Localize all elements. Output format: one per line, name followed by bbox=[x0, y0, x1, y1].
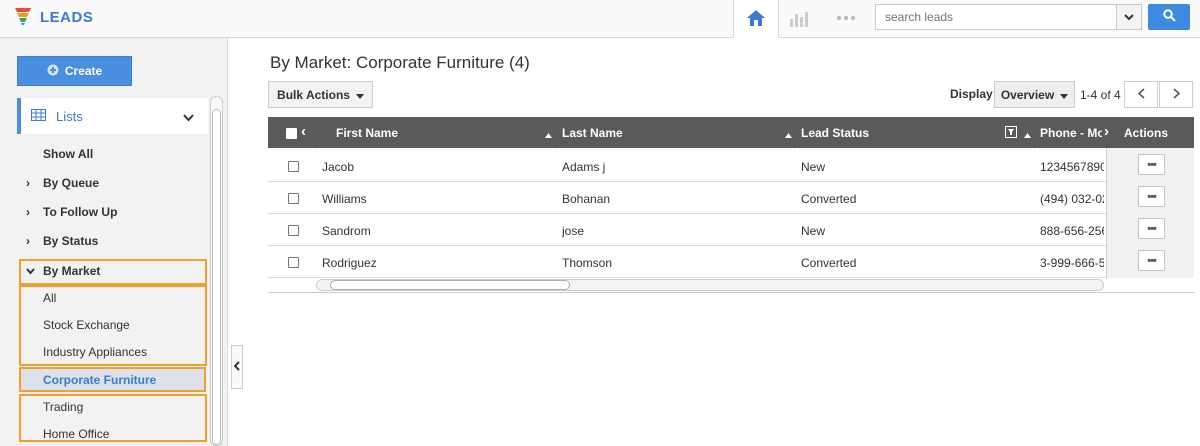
sidebar-scrollbar[interactable] bbox=[210, 96, 223, 446]
column-header-actions: Actions bbox=[1124, 126, 1169, 140]
cell-first-name[interactable]: Williams bbox=[322, 192, 367, 206]
table-row[interactable]: Rodriguez Thomson Converted 3-999-666-5 bbox=[268, 246, 1106, 278]
chevron-right-icon: › bbox=[26, 205, 30, 219]
market-item-corporate-furniture[interactable]: Corporate Furniture bbox=[19, 367, 206, 392]
caret-down-icon bbox=[1060, 88, 1069, 102]
sort-asc-icon bbox=[545, 127, 552, 141]
top-bar: LEADS bbox=[0, 0, 1200, 38]
caret-down-icon bbox=[355, 88, 364, 102]
market-item-home-office[interactable]: Home Office bbox=[43, 427, 109, 441]
row-actions-button[interactable]: ••• bbox=[1138, 250, 1165, 271]
cell-first-name[interactable]: Rodriguez bbox=[322, 256, 377, 270]
market-item-industry-appliances[interactable]: Industry Appliances bbox=[43, 345, 147, 359]
chevron-left-icon bbox=[233, 360, 240, 374]
sort-asc-icon bbox=[1024, 127, 1031, 141]
sidebar-item-by-status[interactable]: › By Status bbox=[26, 234, 98, 248]
sidebar-item-by-queue[interactable]: › By Queue bbox=[26, 176, 99, 190]
lists-label: Lists bbox=[56, 108, 83, 124]
next-page-button[interactable] bbox=[1159, 81, 1193, 108]
filter-icon[interactable] bbox=[1005, 126, 1017, 141]
table-bottom-border bbox=[268, 292, 1194, 293]
view-mode-select[interactable]: Overview bbox=[994, 81, 1075, 108]
table-row[interactable]: Jacob Adams j New 1234567890 bbox=[268, 150, 1106, 182]
market-item-stock-exchange[interactable]: Stock Exchange bbox=[43, 318, 130, 332]
plus-circle-icon bbox=[47, 64, 59, 79]
chevron-right-icon: › bbox=[26, 176, 30, 190]
cell-last-name: Thomson bbox=[562, 256, 613, 270]
cell-lead-status: New bbox=[801, 224, 826, 238]
sidebar-item-show-all[interactable]: Show All bbox=[43, 147, 93, 161]
search-dropdown[interactable] bbox=[1117, 4, 1142, 30]
chevron-down-icon bbox=[183, 110, 194, 125]
cell-lead-status: New bbox=[801, 160, 826, 174]
table-row[interactable]: Williams Bohanan Converted (494) 032-02 bbox=[268, 182, 1106, 214]
cell-last-name: Adams j bbox=[562, 160, 606, 174]
row-actions-button[interactable]: ••• bbox=[1138, 154, 1165, 175]
home-icon bbox=[746, 9, 766, 30]
lists-header[interactable]: Lists bbox=[17, 98, 208, 134]
table-header: ‹ First Name Last Name Lead Status Phone… bbox=[268, 117, 1194, 148]
chevron-right-icon: › bbox=[26, 234, 30, 248]
sort-asc-icon bbox=[785, 127, 792, 141]
search-icon bbox=[1162, 9, 1176, 25]
collapse-sidebar-button[interactable] bbox=[231, 345, 243, 389]
scroll-right-icon[interactable]: › bbox=[1104, 123, 1109, 140]
search-input[interactable] bbox=[875, 4, 1117, 30]
cell-lead-status: Converted bbox=[801, 192, 857, 206]
column-header-lead-status[interactable]: Lead Status bbox=[801, 126, 869, 140]
row-checkbox[interactable] bbox=[288, 193, 299, 204]
cell-phone: 1234567890 bbox=[1040, 160, 1104, 174]
chevron-down-icon bbox=[1124, 10, 1134, 24]
sidebar-scroll-thumb[interactable] bbox=[212, 109, 221, 445]
actions-column: ••• ••• ••• ••• bbox=[1106, 148, 1194, 278]
more-icon[interactable] bbox=[836, 12, 856, 26]
select-all-checkbox[interactable] bbox=[286, 128, 297, 139]
brand: LEADS bbox=[14, 6, 93, 29]
row-actions-button[interactable]: ••• bbox=[1138, 218, 1165, 239]
chevron-right-icon bbox=[1172, 87, 1180, 102]
chevron-down-icon bbox=[26, 264, 40, 278]
table-horizontal-scrollbar[interactable] bbox=[316, 279, 1104, 291]
column-header-first-name[interactable]: First Name bbox=[336, 126, 398, 140]
page-count: 1-4 of 4 bbox=[1080, 88, 1121, 102]
table-scroll-thumb[interactable] bbox=[330, 280, 570, 290]
funnel-icon bbox=[14, 6, 32, 29]
app-title: LEADS bbox=[40, 9, 94, 26]
leads-table: ‹ First Name Last Name Lead Status Phone… bbox=[268, 117, 1194, 293]
cell-phone: (494) 032-02 bbox=[1040, 192, 1104, 206]
create-button[interactable]: Create bbox=[17, 56, 132, 86]
chart-icon[interactable] bbox=[789, 10, 809, 31]
market-item-trading[interactable]: Trading bbox=[43, 400, 83, 414]
cell-first-name[interactable]: Sandrom bbox=[322, 224, 371, 238]
sidebar: Create Lists Show All › By Queue › To Fo… bbox=[0, 38, 228, 446]
prev-page-button[interactable] bbox=[1124, 81, 1158, 108]
row-checkbox[interactable] bbox=[288, 225, 299, 236]
cell-last-name: Bohanan bbox=[562, 192, 611, 206]
market-item-all[interactable]: All bbox=[43, 291, 56, 305]
sidebar-item-to-follow-up[interactable]: › To Follow Up bbox=[26, 205, 117, 219]
row-checkbox[interactable] bbox=[288, 257, 299, 268]
display-label: Display bbox=[950, 87, 993, 101]
cell-lead-status: Converted bbox=[801, 256, 857, 270]
column-header-last-name[interactable]: Last Name bbox=[562, 126, 623, 140]
sidebar-item-by-market[interactable]: By Market bbox=[26, 264, 100, 278]
cell-last-name: jose bbox=[562, 224, 585, 238]
scroll-left-icon[interactable]: ‹ bbox=[301, 123, 306, 140]
page-title: By Market: Corporate Furniture (4) bbox=[270, 53, 530, 72]
home-tab[interactable] bbox=[733, 0, 779, 38]
search-button[interactable] bbox=[1148, 4, 1190, 30]
chevron-left-icon bbox=[1137, 87, 1145, 102]
table-row[interactable]: Sandrom jose New 888-656-256 bbox=[268, 214, 1106, 246]
cell-phone: 888-656-256 bbox=[1040, 224, 1104, 238]
row-checkbox[interactable] bbox=[288, 161, 299, 172]
table-icon bbox=[31, 108, 46, 124]
cell-phone: 3-999-666-5 bbox=[1040, 256, 1104, 270]
cell-first-name[interactable]: Jacob bbox=[322, 160, 354, 174]
column-header-phone[interactable]: Phone - Mo bbox=[1040, 126, 1102, 140]
bulk-actions-button[interactable]: Bulk Actions bbox=[268, 81, 373, 108]
row-actions-button[interactable]: ••• bbox=[1138, 186, 1165, 207]
create-label: Create bbox=[64, 64, 103, 78]
